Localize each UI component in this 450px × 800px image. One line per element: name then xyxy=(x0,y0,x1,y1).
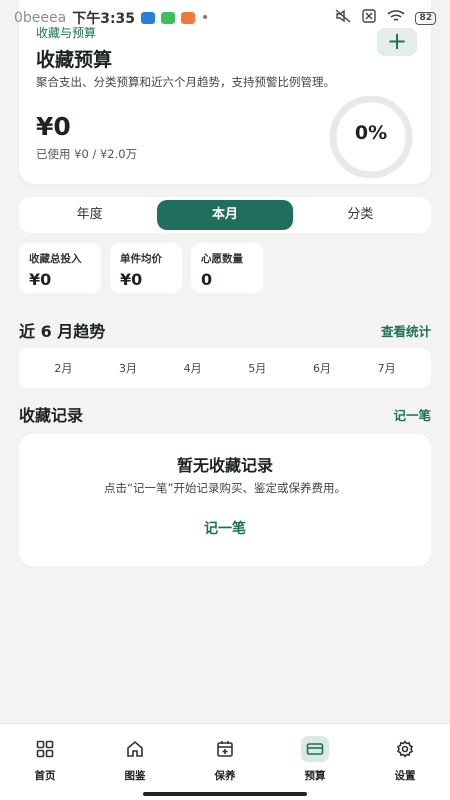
home-indicator[interactable] xyxy=(143,792,307,796)
home-icon xyxy=(121,736,149,762)
records-title: 收藏记录 xyxy=(19,406,84,425)
nav-item-home[interactable]: 首页 xyxy=(0,724,90,800)
month-label: 4月 xyxy=(183,362,202,375)
month-label: 7月 xyxy=(377,362,396,375)
add-record-button[interactable]: 记一笔 xyxy=(19,518,431,538)
nav-item-catalog[interactable]: 图鉴 xyxy=(90,724,180,800)
stat-label: 心愿数量 xyxy=(201,253,243,265)
hero-title: 收藏预算 xyxy=(36,49,113,71)
stat-value: ¥0 xyxy=(29,270,52,289)
empty-description: 点击“记一笔”开始记录购买、鉴定或保养费用。 xyxy=(104,481,346,495)
tab-month[interactable]: 本月 xyxy=(157,200,293,230)
mute-icon xyxy=(335,9,351,27)
trend-title: 近 6 月趋势 xyxy=(19,322,106,341)
nav-label: 首页 xyxy=(34,770,56,782)
empty-records-card: 暂无收藏记录 点击“记一笔”开始记录购买、鉴定或保养费用。 记一笔 xyxy=(19,434,431,566)
status-app-label: 0beeea xyxy=(14,10,67,26)
nav-label: 保养 xyxy=(214,770,236,782)
notification-icon xyxy=(141,12,156,24)
nav-label: 预算 xyxy=(304,770,326,782)
stat-average-price: 单件均价 ¥0 xyxy=(110,243,182,293)
status-time: 下午3:35 xyxy=(72,11,136,27)
more-dot-icon: • xyxy=(201,10,210,26)
budget-progress-ring: 0% xyxy=(323,95,419,179)
bottom-navigation: 首页 图鉴 保养 预算 设置 xyxy=(0,723,450,800)
nav-item-budget[interactable]: 预算 xyxy=(270,724,360,800)
period-tabs: 年度 本月 分类 xyxy=(19,197,431,233)
wifi-icon xyxy=(387,9,406,27)
stat-value: ¥0 xyxy=(120,270,143,289)
nav-item-maintenance[interactable]: 保养 xyxy=(180,724,270,800)
add-record-link[interactable]: 记一笔 xyxy=(393,405,431,424)
grid-icon xyxy=(31,736,59,762)
status-bar: 0beeea 下午3:35 • 82 xyxy=(0,0,450,36)
stat-label: 收藏总投入 xyxy=(29,253,82,265)
wallet-icon xyxy=(301,736,329,762)
app-notification-icon xyxy=(181,12,196,24)
nav-item-settings[interactable]: 设置 xyxy=(360,724,450,800)
budget-percent: 0% xyxy=(354,122,388,144)
view-stats-link[interactable]: 查看统计 xyxy=(381,321,431,340)
stat-wish-count: 心愿数量 0 xyxy=(191,243,263,293)
calendar-icon xyxy=(211,736,239,762)
download-icon xyxy=(161,12,176,24)
battery-icon: 82 xyxy=(415,11,436,25)
nav-label: 图鉴 xyxy=(124,770,146,782)
month-label: 5月 xyxy=(248,362,267,375)
sim-off-icon xyxy=(361,9,377,27)
month-label: 2月 xyxy=(54,362,73,375)
hero-description: 聚合支出、分类预算和近六个月趋势，支持预警比例管理。 xyxy=(36,75,335,89)
budget-amount: ¥0 xyxy=(36,112,71,141)
budget-used-text: 已使用 ¥0 / ¥2.0万 xyxy=(36,147,138,161)
tab-year[interactable]: 年度 xyxy=(22,200,157,230)
tab-category[interactable]: 分类 xyxy=(293,200,428,230)
month-label: 3月 xyxy=(118,362,137,375)
stat-value: 0 xyxy=(201,270,213,289)
stat-label: 单件均价 xyxy=(120,253,162,265)
empty-title: 暂无收藏记录 xyxy=(176,456,273,475)
stat-total-investment: 收藏总投入 ¥0 xyxy=(19,243,101,293)
month-label: 6月 xyxy=(312,362,331,375)
nav-label: 设置 xyxy=(394,770,416,782)
gear-icon xyxy=(391,736,419,762)
trend-months: 2月 3月 4月 5月 6月 7月 xyxy=(19,348,431,388)
